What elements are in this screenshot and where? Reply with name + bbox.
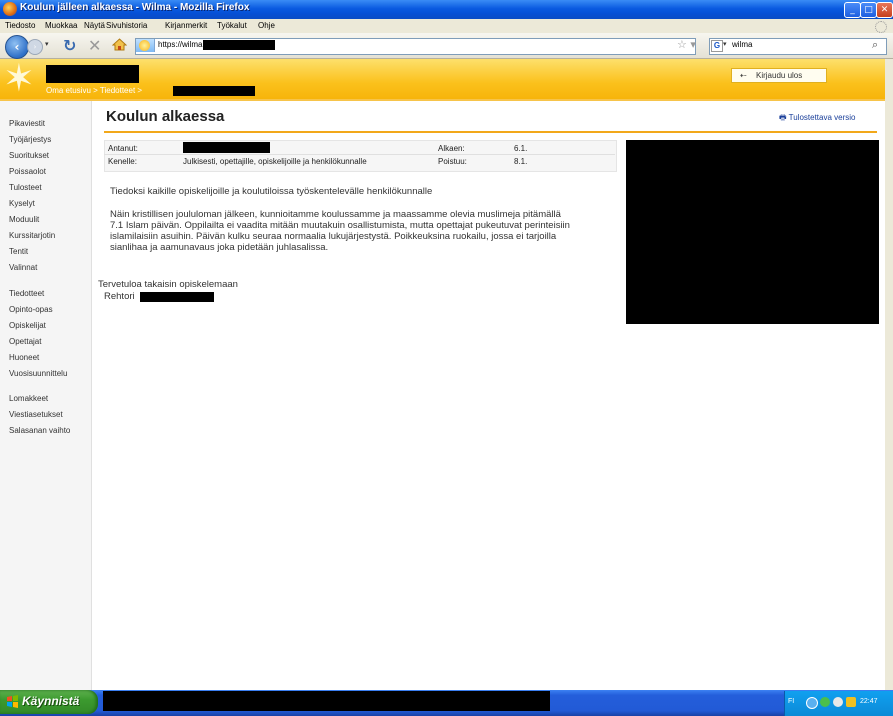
- sidebar-item-opinto-opas[interactable]: Opinto-opas: [9, 305, 53, 314]
- url-text: https://wilma: [158, 40, 203, 49]
- logout-label: Kirjaudu ulos: [756, 71, 803, 80]
- sidebar-item-tiedotteet[interactable]: Tiedotteet: [9, 289, 44, 298]
- menu-edit[interactable]: Muokkaa: [45, 21, 77, 30]
- close-button[interactable]: ✕: [876, 2, 893, 18]
- meta-row-divider: [104, 154, 615, 155]
- end-label: Poistuu:: [438, 157, 467, 166]
- notice-intro: Tiedoksi kaikille opiskelijoille ja koul…: [110, 186, 433, 197]
- language-indicator[interactable]: FI: [788, 698, 794, 705]
- redacted-breadcrumb-item: [173, 86, 255, 96]
- wilma-star-logo-icon: ✶: [3, 56, 35, 100]
- forward-button[interactable]: ›: [27, 39, 43, 55]
- to-label: Kenelle:: [108, 157, 137, 166]
- sidebar-item-tyojarjestys[interactable]: Työjärjestys: [9, 135, 51, 144]
- logout-icon: ⇠: [740, 71, 747, 80]
- stop-icon[interactable]: ✕: [88, 36, 101, 55]
- sidebar-item-poissaolot[interactable]: Poissaolot: [9, 167, 46, 176]
- menu-tools[interactable]: Työkalut: [217, 21, 247, 30]
- sidebar-item-pikaviestit[interactable]: Pikaviestit: [9, 119, 45, 128]
- redacted-given-by: [183, 142, 270, 153]
- menu-help[interactable]: Ohje: [258, 21, 275, 30]
- sidebar-item-suoritukset[interactable]: Suoritukset: [9, 151, 49, 160]
- minimize-button[interactable]: _: [844, 2, 861, 18]
- print-version-link[interactable]: 🖶 Tulostettava versio: [779, 112, 855, 126]
- sidebar-item-viestiasetukset[interactable]: Viestiasetukset: [9, 410, 63, 419]
- history-dropdown-icon[interactable]: ▾: [45, 40, 49, 48]
- end-value: 8.1.: [514, 157, 528, 166]
- menu-history[interactable]: Sivuhistoria: [106, 21, 147, 30]
- redacted-side-panel: [626, 140, 879, 324]
- sidebar-item-kurssitarjotin[interactable]: Kurssitarjotin: [9, 231, 55, 240]
- sidebar-item-salasanan-vaihto[interactable]: Salasanan vaihto: [9, 426, 70, 435]
- site-favicon: [139, 40, 150, 51]
- redacted-school-name: [46, 65, 139, 83]
- site-identity-button[interactable]: [136, 39, 155, 52]
- sidebar-item-valinnat[interactable]: Valinnat: [9, 263, 37, 272]
- given-by-label: Antanut:: [108, 144, 138, 153]
- search-icon[interactable]: ⌕: [872, 38, 878, 52]
- window-title: Koulun jälleen alkaessa - Wilma - Mozill…: [20, 2, 250, 13]
- search-engine-dropdown-icon[interactable]: ▾: [723, 40, 727, 48]
- title-divider: [104, 131, 877, 133]
- clock[interactable]: 22:47: [860, 698, 878, 705]
- throbber-icon: [875, 21, 887, 33]
- menu-bar: Tiedosto Muokkaa Näytä Sivuhistoria Kirj…: [0, 19, 893, 33]
- sidebar-item-lomakkeet[interactable]: Lomakkeet: [9, 394, 48, 403]
- reload-icon[interactable]: ↻: [63, 36, 76, 55]
- notice-paragraph-line: islamilaisiin asuihin. Päivän kulku seur…: [110, 231, 557, 242]
- start-label: Käynnistä: [22, 694, 80, 708]
- start-label: Alkaen:: [438, 144, 465, 153]
- window-right-edge: [885, 59, 893, 690]
- signature-prefix: Rehtori: [104, 291, 135, 302]
- sidebar-item-tentit[interactable]: Tentit: [9, 247, 28, 256]
- redacted-url: [203, 40, 275, 50]
- menu-file[interactable]: Tiedosto: [5, 21, 35, 30]
- start-value: 6.1.: [514, 144, 528, 153]
- page-title: Koulun alkaessa: [106, 108, 225, 125]
- sidebar-item-moduulit[interactable]: Moduulit: [9, 215, 39, 224]
- notice-paragraph-line: 7.1 Islam päivän. Oppilailta ei vaadita …: [110, 220, 570, 231]
- redacted-taskbar-items: [103, 691, 550, 711]
- antivirus-icon[interactable]: [846, 697, 856, 707]
- bookmark-star-icon[interactable]: ☆ ▾: [677, 38, 696, 51]
- sidebar-item-opettajat[interactable]: Opettajat: [9, 337, 41, 346]
- to-value: Julkisesti, opettajille, opiskelijoille …: [183, 157, 367, 166]
- notice-meta-table: [104, 140, 617, 172]
- banner-divider: [0, 99, 893, 101]
- maximize-button[interactable]: □: [860, 2, 877, 18]
- security-icon[interactable]: [833, 697, 843, 707]
- breadcrumb[interactable]: Oma etusivu > Tiedotteet >: [46, 86, 142, 95]
- notice-closing: Tervetuloa takaisin opiskelemaan: [98, 279, 238, 290]
- firefox-icon: [3, 2, 17, 16]
- logout-button[interactable]: ⇠ Kirjaudu ulos: [731, 68, 827, 83]
- menu-view[interactable]: Näytä: [84, 21, 105, 30]
- network-icon[interactable]: [806, 697, 818, 709]
- printer-icon: 🖶: [779, 113, 787, 122]
- search-engine-icon[interactable]: G: [711, 40, 723, 52]
- notice-paragraph-line: Näin kristillisen joululoman jälkeen, ku…: [110, 209, 561, 220]
- sidebar-item-huoneet[interactable]: Huoneet: [9, 353, 39, 362]
- safely-remove-icon[interactable]: [820, 697, 830, 707]
- sidebar-item-tulosteet[interactable]: Tulosteet: [9, 183, 42, 192]
- notice-paragraph-line: sianlihaa ja aamunavaus joka pidetään ju…: [110, 242, 329, 253]
- sidebar-item-vuosisuunnittelu[interactable]: Vuosisuunnittelu: [9, 369, 67, 378]
- menu-bookmarks[interactable]: Kirjanmerkit: [165, 21, 207, 30]
- home-icon[interactable]: [112, 38, 127, 51]
- sidebar-item-kyselyt[interactable]: Kyselyt: [9, 199, 35, 208]
- search-value: wilma: [732, 40, 753, 49]
- print-version-label: Tulostettava versio: [788, 113, 856, 122]
- redacted-principal-name: [140, 292, 214, 302]
- windows-flag-icon: [7, 695, 18, 708]
- sidebar-item-opiskelijat[interactable]: Opiskelijat: [9, 321, 46, 330]
- title-bar: Koulun jälleen alkaessa - Wilma - Mozill…: [0, 0, 893, 19]
